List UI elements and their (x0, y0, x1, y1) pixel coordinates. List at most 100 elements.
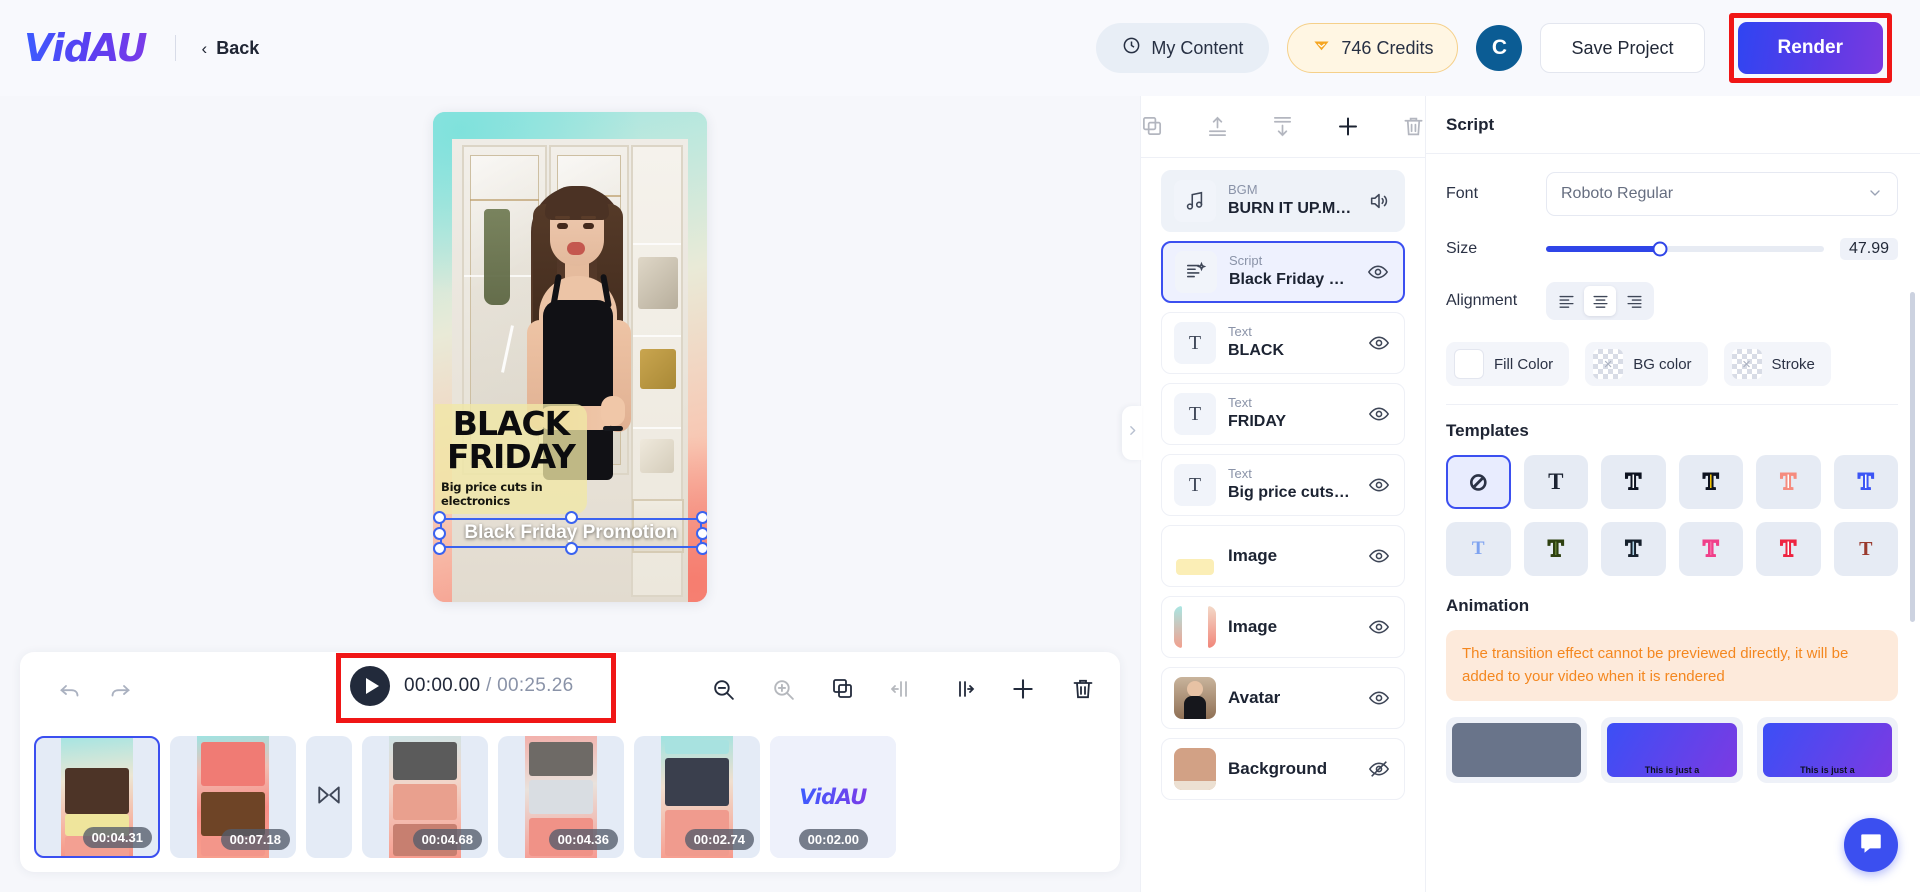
speaker-icon[interactable] (1368, 190, 1390, 212)
duplicate-layer-icon[interactable] (1141, 115, 1164, 139)
timeline-clip[interactable]: 00:02.74 (634, 736, 760, 858)
template-red[interactable]: T (1756, 522, 1821, 576)
chat-bubble-button[interactable] (1844, 818, 1898, 872)
bg-color-button[interactable]: BG color (1585, 342, 1708, 386)
layer-toolbar (1141, 96, 1425, 158)
resize-handle-bottom-left[interactable] (433, 542, 446, 555)
animation-title: Animation (1446, 596, 1530, 615)
layer-item-text-subtitle[interactable]: T Text Big price cuts… (1161, 454, 1405, 516)
template-plain[interactable]: T (1523, 455, 1588, 509)
timeline-clip[interactable]: 00:04.31 (34, 736, 160, 858)
resize-handle-bottom-right[interactable] (696, 542, 707, 555)
layer-item-background[interactable]: Background (1161, 738, 1405, 800)
size-value[interactable]: 47.99 (1840, 238, 1898, 260)
template-brown[interactable]: T (1833, 522, 1898, 576)
image-thumb-gradient (1174, 606, 1216, 648)
timeline-clip[interactable]: VidAU 00:02.00 (770, 736, 896, 858)
stroke-button[interactable]: Stroke (1723, 342, 1831, 386)
layer-item-image-yellow[interactable]: Image (1161, 525, 1405, 587)
avatar[interactable]: C (1476, 25, 1523, 71)
zoom-out-icon[interactable] (710, 676, 736, 702)
slider-knob[interactable] (1652, 241, 1668, 257)
delete-icon[interactable] (1070, 676, 1096, 702)
align-right-icon[interactable] (1618, 286, 1650, 316)
zoom-in-icon (770, 676, 796, 702)
template-outline-dark[interactable]: T (1601, 455, 1666, 509)
fill-color-button[interactable]: Fill Color (1446, 342, 1570, 386)
timeline-clip[interactable]: 00:04.68 (362, 736, 488, 858)
undo-button[interactable] (58, 680, 82, 704)
panel-collapse-handle[interactable] (1122, 406, 1142, 460)
split-right-icon[interactable] (950, 676, 976, 702)
delete-layer-icon[interactable] (1402, 115, 1425, 139)
resize-handle-bottom-center[interactable] (564, 542, 578, 555)
clip-strip: 00:04.31 00:07.18 00:04.68 00:04.36 00:0… (34, 736, 896, 858)
selected-text-element[interactable]: Black Friday Promotion (433, 511, 707, 555)
animation-card[interactable]: This is just a (1601, 717, 1743, 783)
resize-handle-top-left[interactable] (433, 511, 446, 524)
redo-button[interactable] (108, 680, 132, 704)
layer-name: BLACK (1228, 341, 1284, 359)
send-to-back-icon[interactable] (1271, 115, 1294, 139)
timeline-clip[interactable]: 00:04.36 (498, 736, 624, 858)
font-row: Font Roboto Regular (1446, 172, 1898, 216)
overlay-title-line2: FRIDAY (447, 436, 576, 476)
clip-logo: VidAU (799, 785, 867, 809)
layer-text: Image (1228, 545, 1368, 567)
font-select[interactable]: Roboto Regular (1546, 172, 1898, 216)
eye-icon[interactable] (1368, 332, 1390, 354)
inspector-scrollbar[interactable] (1910, 292, 1915, 622)
template-blue[interactable]: T (1833, 455, 1898, 509)
layer-item-script[interactable]: Script Black Friday … (1161, 241, 1405, 303)
resize-handle-middle-left[interactable] (433, 526, 446, 540)
resize-handle-middle-right[interactable] (696, 526, 707, 540)
template-none[interactable]: ⊘ (1446, 455, 1511, 509)
play-button[interactable] (350, 666, 390, 706)
timeline-clip[interactable]: 00:07.18 (170, 736, 296, 858)
layer-item-avatar[interactable]: Avatar (1161, 667, 1405, 729)
transition-slot[interactable] (306, 736, 352, 858)
eye (583, 223, 594, 229)
back-button[interactable]: ‹ Back (202, 38, 260, 59)
my-content-label: My Content (1151, 37, 1244, 58)
layer-text: Avatar (1228, 687, 1368, 709)
duplicate-icon[interactable] (830, 676, 856, 702)
hanging-garment (484, 209, 510, 305)
eye-icon[interactable] (1367, 261, 1389, 283)
layer-item-bgm[interactable]: BGM BURN IT UP.M… (1161, 170, 1405, 232)
eye-icon[interactable] (1368, 545, 1390, 567)
animation-card[interactable]: This is just a (1756, 717, 1898, 783)
video-preview[interactable]: BLACK FRIDAY Big price cuts in electroni… (433, 112, 707, 602)
align-left-icon[interactable] (1550, 286, 1582, 316)
layer-item-text-friday[interactable]: T Text FRIDAY (1161, 383, 1405, 445)
animation-card[interactable] (1446, 717, 1588, 783)
resize-handle-top-center[interactable] (564, 511, 578, 524)
eye-off-icon[interactable] (1368, 758, 1390, 780)
template-pink[interactable]: T (1678, 522, 1743, 576)
template-yellow[interactable]: T (1678, 455, 1743, 509)
add-icon[interactable] (1010, 676, 1036, 702)
save-project-button[interactable]: Save Project (1540, 23, 1705, 73)
eye-icon[interactable] (1368, 687, 1390, 709)
eye-icon[interactable] (1368, 616, 1390, 638)
template-olive[interactable]: T (1523, 522, 1588, 576)
layer-item-text-black[interactable]: T Text BLACK (1161, 312, 1405, 374)
add-layer-icon[interactable] (1336, 115, 1360, 139)
eye-icon[interactable] (1368, 474, 1390, 496)
template-glyph: T (1547, 535, 1564, 562)
bg-color-label: BG color (1633, 355, 1692, 373)
align-center-icon[interactable] (1584, 286, 1616, 316)
template-salmon[interactable]: T (1756, 455, 1821, 509)
template-pale-blue[interactable]: T (1601, 522, 1666, 576)
my-content-button[interactable]: My Content (1096, 23, 1270, 73)
render-button[interactable]: Render (1737, 22, 1883, 74)
bring-to-front-icon[interactable] (1206, 115, 1229, 139)
eye-icon[interactable] (1368, 403, 1390, 425)
black-friday-overlay[interactable]: BLACK FRIDAY Big price cuts in electroni… (435, 404, 587, 514)
layer-item-image-gradient[interactable]: Image (1161, 596, 1405, 658)
credits-button[interactable]: 746 Credits (1287, 23, 1459, 73)
slider-fill (1546, 246, 1660, 252)
resize-handle-top-right[interactable] (696, 511, 707, 524)
template-lightblue[interactable]: T (1446, 522, 1511, 576)
size-slider[interactable] (1546, 241, 1824, 257)
